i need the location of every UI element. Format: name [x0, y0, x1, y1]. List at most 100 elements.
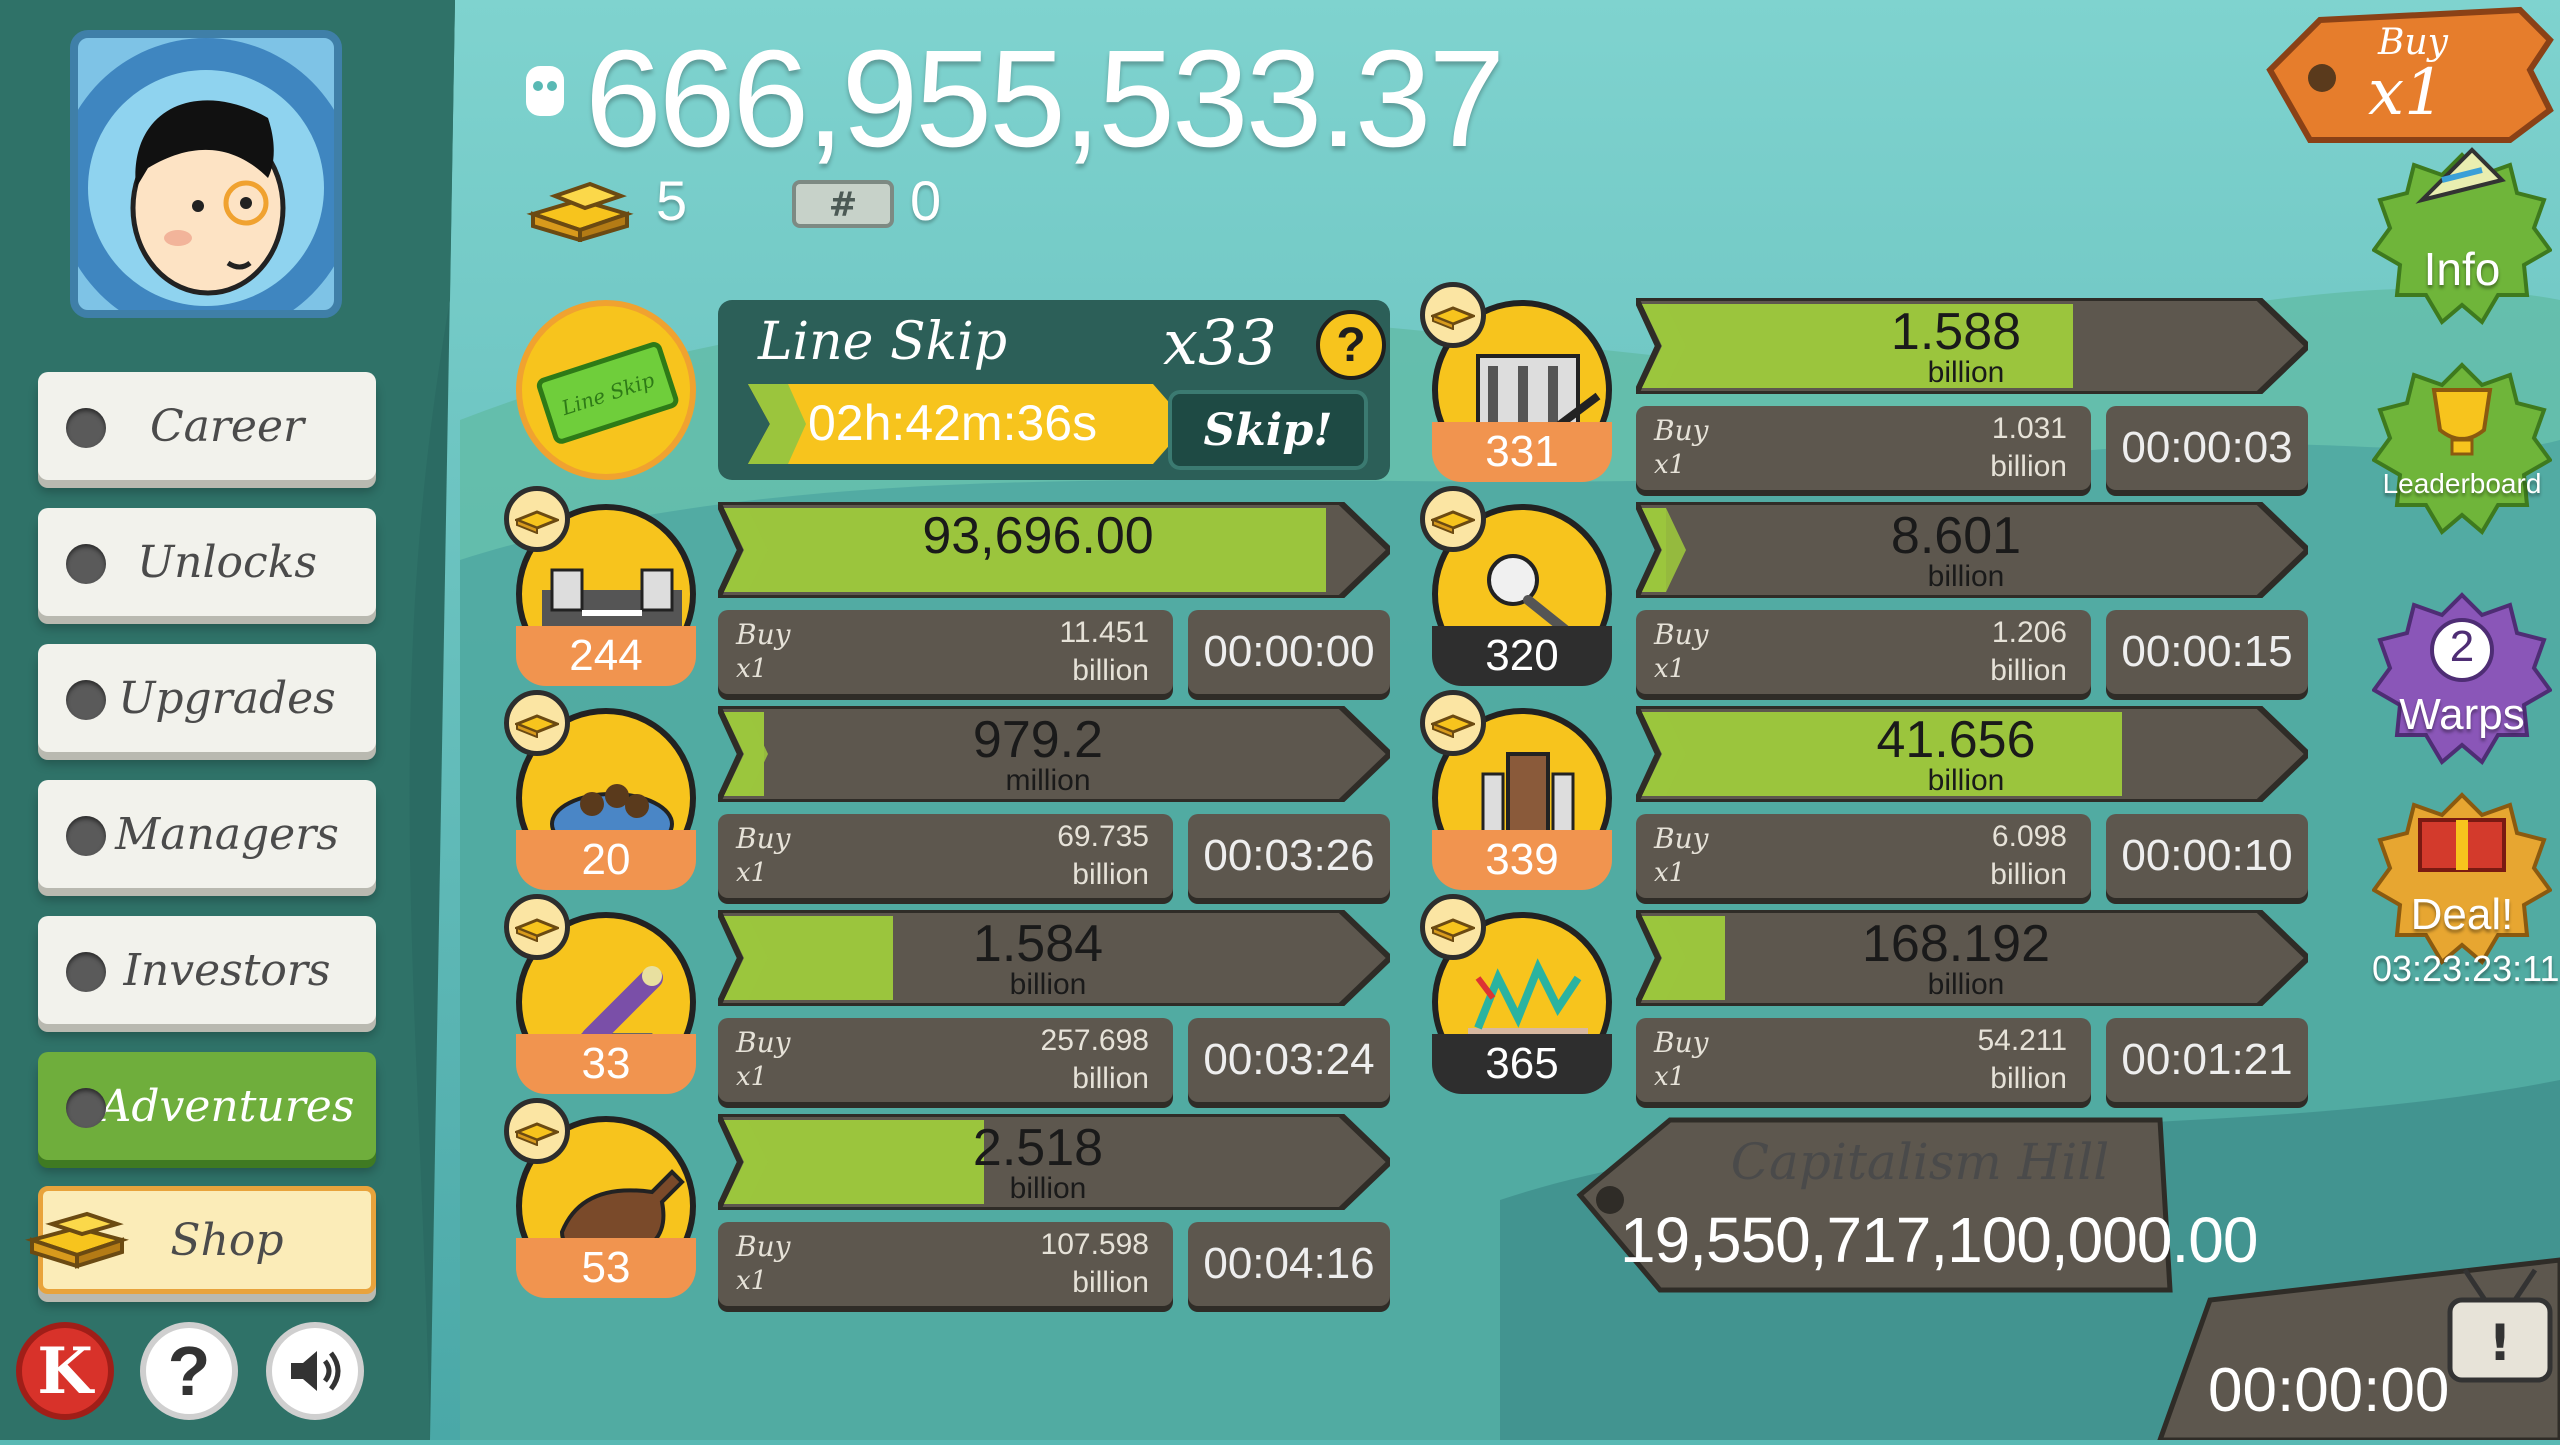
- adventures-indicator: [66, 1088, 106, 1128]
- left-business-timer: 00:04:16: [1188, 1222, 1390, 1306]
- left-business-count: 244: [516, 626, 696, 686]
- career-indicator: [66, 408, 106, 448]
- gold-bars-icon: [515, 1122, 559, 1146]
- right-business-gold-badge[interactable]: [1420, 486, 1486, 552]
- right-business-buy-quantity: x1: [1654, 1062, 1686, 1092]
- left-business-buy-cost: 107.598: [1040, 1228, 1149, 1261]
- left-business-count: 20: [516, 830, 696, 890]
- right-business-progress-bar[interactable]: 8.601 billion: [1636, 502, 2308, 598]
- line-skip-timer: 02h:42m:36s: [748, 384, 1188, 464]
- adventures-button[interactable]: Adventures: [38, 1052, 376, 1160]
- left-business-buy-cost-unit: billion: [1072, 654, 1149, 687]
- right-business-progress-bar[interactable]: 41.656 billion: [1636, 706, 2308, 802]
- left-business-buy-quantity: x1: [736, 1266, 768, 1296]
- shop-label: Shop: [170, 1214, 284, 1266]
- investors-button[interactable]: Investors: [38, 916, 376, 1024]
- line-skip-help-button[interactable]: ?: [1316, 310, 1386, 380]
- left-business-gold-badge[interactable]: [504, 1098, 570, 1164]
- kongregate-button[interactable]: K: [16, 1322, 114, 1420]
- help-button[interactable]: ?: [140, 1322, 238, 1420]
- right-business-buy-cost: 1.031: [1991, 412, 2067, 445]
- right-business-count-text: 320: [1485, 631, 1559, 680]
- right-business-count: 365: [1432, 1034, 1612, 1094]
- left-business-buy-button[interactable]: Buy x1 257.698 billion: [718, 1018, 1173, 1102]
- left-business-progress-bar[interactable]: 1.584 billion: [718, 910, 1390, 1006]
- right-business-buy-button[interactable]: Buy x1 54.211 billion: [1636, 1018, 2091, 1102]
- upgrades-indicator: [66, 680, 106, 720]
- left-business-count-text: 244: [569, 631, 643, 680]
- left-business-buy-quantity: x1: [736, 858, 768, 888]
- right-business-buy-quantity: x1: [1654, 654, 1686, 684]
- managers-button[interactable]: Managers: [38, 780, 376, 888]
- right-business-count-text: 365: [1485, 1039, 1559, 1088]
- left-business-buy-button[interactable]: Buy x1 69.735 billion: [718, 814, 1173, 898]
- right-business-buy-button[interactable]: Buy x1 6.098 billion: [1636, 814, 2091, 898]
- line-skip-panel: Line Skip x33 ? 02h:42m:36s Skip!: [718, 300, 1390, 480]
- right-business-buy-quantity: x1: [1654, 450, 1686, 480]
- player-avatar[interactable]: [70, 30, 342, 318]
- buy-multiplier-button[interactable]: Buy x1: [2250, 0, 2560, 150]
- left-business-progress-bar[interactable]: 979.2 million: [718, 706, 1390, 802]
- upgrades-label: Upgrades: [118, 672, 336, 724]
- career-button[interactable]: Career: [38, 372, 376, 480]
- left-business-gold-badge[interactable]: [504, 486, 570, 552]
- right-business-buy-cost-unit: billion: [1990, 858, 2067, 891]
- left-business-timer: 00:03:24: [1188, 1018, 1390, 1102]
- right-business-buy-cost-unit: billion: [1990, 1062, 2067, 1095]
- right-business-progress-bar[interactable]: 168.192 billion: [1636, 910, 2308, 1006]
- leaderboard-button[interactable]: Leaderboard: [2371, 360, 2553, 540]
- right-business-gold-badge[interactable]: [1420, 894, 1486, 960]
- left-business-buy-cost: 11.451: [1059, 616, 1149, 649]
- sidebar: Career Unlocks Upgrades Managers Investo…: [0, 0, 455, 1440]
- left-business-count-text: 33: [581, 1039, 631, 1088]
- help-label: ?: [167, 1332, 211, 1410]
- unlocks-button[interactable]: Unlocks: [38, 508, 376, 616]
- svg-text:#: #: [829, 185, 858, 225]
- right-business-buy-button[interactable]: Buy x1 1.206 billion: [1636, 610, 2091, 694]
- left-business-gold-badge[interactable]: [504, 690, 570, 756]
- left-business-revenue: 2.518: [972, 1119, 1104, 1177]
- tv-ad-panel[interactable]: ! 00:00:00: [2140, 1230, 2560, 1443]
- investors-label: Investors: [123, 944, 331, 996]
- right-business-gold-badge[interactable]: [1420, 282, 1486, 348]
- left-business-buy-cost-unit: billion: [1072, 1266, 1149, 1299]
- managers-label: Managers: [115, 808, 339, 860]
- sound-icon: [291, 1351, 341, 1391]
- right-business-progress-bar[interactable]: 1.588 billion: [1636, 298, 2308, 394]
- right-business-revenue-unit: billion: [1927, 764, 2005, 797]
- left-business-buy-button[interactable]: Buy x1 107.598 billion: [718, 1222, 1173, 1306]
- left-business-progress-bar[interactable]: 93,696.00: [718, 502, 1390, 598]
- gold-bars-icon: [515, 510, 559, 534]
- left-business-buy-cost: 69.735: [1057, 820, 1149, 853]
- right-business-revenue: 1.588: [1890, 303, 2022, 361]
- kongregate-label: K: [37, 1333, 93, 1409]
- deal-button[interactable]: Deal! 03:23:23:11: [2371, 790, 2560, 989]
- line-skip-icon[interactable]: Line Skip: [516, 300, 696, 480]
- info-label: Info: [2423, 243, 2501, 295]
- left-business-progress-bar[interactable]: 2.518 billion: [718, 1114, 1390, 1210]
- money-icon: [526, 66, 564, 116]
- svg-text:!: !: [2489, 1314, 2512, 1372]
- upgrades-button[interactable]: Upgrades: [38, 644, 376, 752]
- right-business-buy-quantity: x1: [1654, 858, 1686, 888]
- line-skip-button[interactable]: Skip!: [1168, 390, 1368, 470]
- right-business-buy-button[interactable]: Buy x1 1.031 billion: [1636, 406, 2091, 490]
- info-party-icon: [2415, 147, 2506, 204]
- left-business-buy-button[interactable]: Buy x1 11.451 billion: [718, 610, 1173, 694]
- left-business-timer: 00:00:00: [1188, 610, 1390, 694]
- left-business-count-text: 20: [581, 835, 631, 884]
- right-business-buy-label: Buy: [1654, 414, 1709, 447]
- warps-button[interactable]: 2 Warps: [2371, 590, 2553, 770]
- right-business-gold-badge[interactable]: [1420, 690, 1486, 756]
- info-button[interactable]: Info: [2371, 147, 2553, 330]
- left-business-gold-badge[interactable]: [504, 894, 570, 960]
- leaderboard-label: Leaderboard: [2382, 468, 2542, 499]
- warps-label: Warps: [2399, 690, 2525, 739]
- gold-bars-icon: [1431, 918, 1475, 942]
- right-business-buy-cost: 6.098: [1991, 820, 2067, 853]
- right-business-timer: 00:00:03: [2106, 406, 2308, 490]
- sound-button[interactable]: [266, 1322, 364, 1420]
- right-business-revenue: 168.192: [1862, 915, 2050, 973]
- deal-timer: 03:23:23:11: [2372, 948, 2560, 989]
- gold-bars-icon: [515, 714, 559, 738]
